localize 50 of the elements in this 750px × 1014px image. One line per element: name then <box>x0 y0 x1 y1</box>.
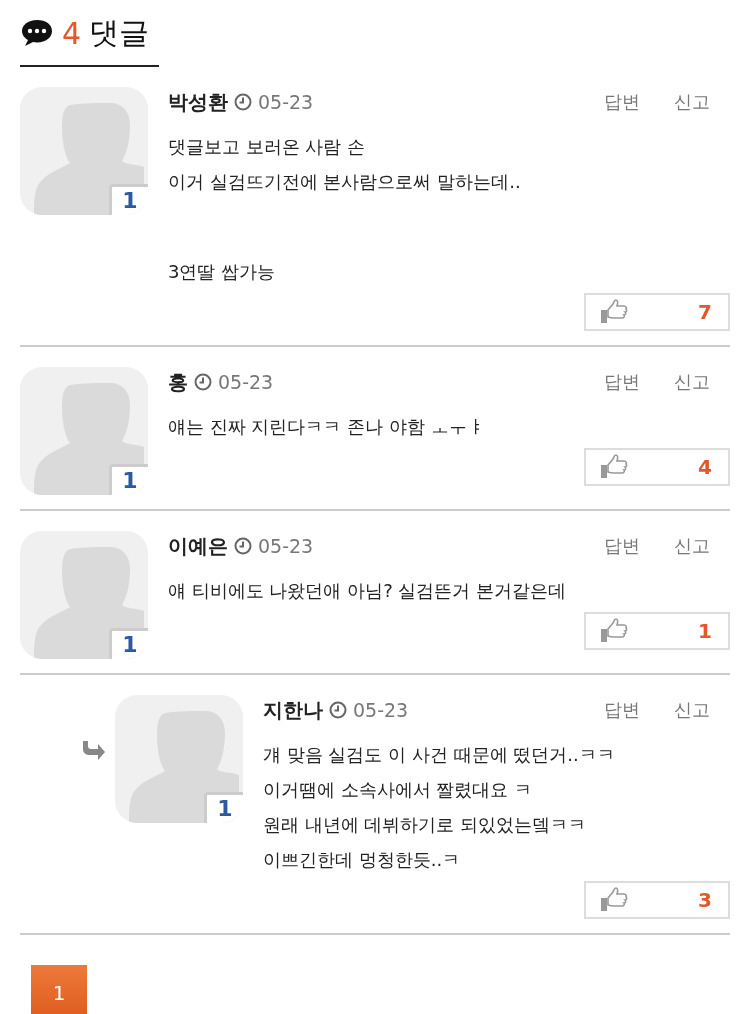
reply-link[interactable]: 답변 <box>604 90 640 114</box>
person-silhouette-icon <box>34 103 144 215</box>
thumbs-up-icon <box>600 454 628 480</box>
report-link[interactable]: 신고 <box>674 370 710 394</box>
author-name: 홍 <box>168 368 188 396</box>
reply-link[interactable]: 답변 <box>604 534 640 558</box>
comment-text: 얘는 진짜 지린다ㅋㅋ 존나 야함 ㅗㅜㅑ <box>168 415 486 439</box>
comment-count: 4 <box>62 15 82 51</box>
comment-text: 댓글보고 보러온 사람 손 <box>168 135 367 159</box>
like-button[interactable]: 3 <box>584 881 730 919</box>
clock-icon <box>194 373 212 391</box>
clock-icon <box>234 93 252 111</box>
author-name: 지한나 <box>263 696 323 724</box>
comment-text: 걔 맞음 실검도 이 사건 때문에 떴던거..ㅋㅋ <box>263 743 616 767</box>
comment-text: 3연딸 쌉가능 <box>168 260 277 284</box>
chat-bubble-icon <box>20 18 54 48</box>
thumbs-up-icon <box>600 887 628 913</box>
reply-arrow-icon <box>80 739 106 761</box>
like-button[interactable]: 4 <box>584 448 730 486</box>
report-link[interactable]: 신고 <box>674 534 710 558</box>
page-button[interactable]: 1 <box>31 965 87 1014</box>
author-name: 이예은 <box>168 532 228 560</box>
like-button[interactable]: 7 <box>584 293 730 331</box>
comment-text: 얘 티비에도 나왔던애 아님? 실검뜬거 본거같은데 <box>168 579 568 603</box>
report-link[interactable]: 신고 <box>674 90 710 114</box>
person-silhouette-icon <box>129 711 239 823</box>
reply-link[interactable]: 답변 <box>604 698 640 722</box>
report-link[interactable]: 신고 <box>674 698 710 722</box>
comment-text: 이거땜에 소속사에서 짤렸대요 ㅋ <box>263 778 534 802</box>
section-title: 댓글 <box>89 13 150 52</box>
person-silhouette-icon <box>34 547 144 659</box>
thumbs-up-icon <box>600 618 628 644</box>
like-button[interactable]: 1 <box>584 612 730 650</box>
comment-date: 05-23 <box>218 371 274 393</box>
comment-date: 05-23 <box>353 699 409 721</box>
level-badge: 1 <box>109 184 148 215</box>
comment-text: 원래 내년에 데뷔하기로 되있었는뎈ㅋㅋ <box>263 813 588 837</box>
comment-date: 05-23 <box>258 535 314 557</box>
author-name: 박성환 <box>168 88 228 116</box>
clock-icon <box>329 701 347 719</box>
thumbs-up-icon <box>600 299 628 325</box>
level-badge: 1 <box>109 628 148 659</box>
level-badge: 1 <box>204 792 243 823</box>
comment-text: 이거 실검뜨기전에 본사람으로써 말하는데.. <box>168 170 522 194</box>
comment-date: 05-23 <box>258 91 314 113</box>
person-silhouette-icon <box>34 383 144 495</box>
clock-icon <box>234 537 252 555</box>
comment-text: 이쁘긴한데 멍청한듯..ㅋ <box>263 848 462 872</box>
reply-link[interactable]: 답변 <box>604 370 640 394</box>
level-badge: 1 <box>109 464 148 495</box>
